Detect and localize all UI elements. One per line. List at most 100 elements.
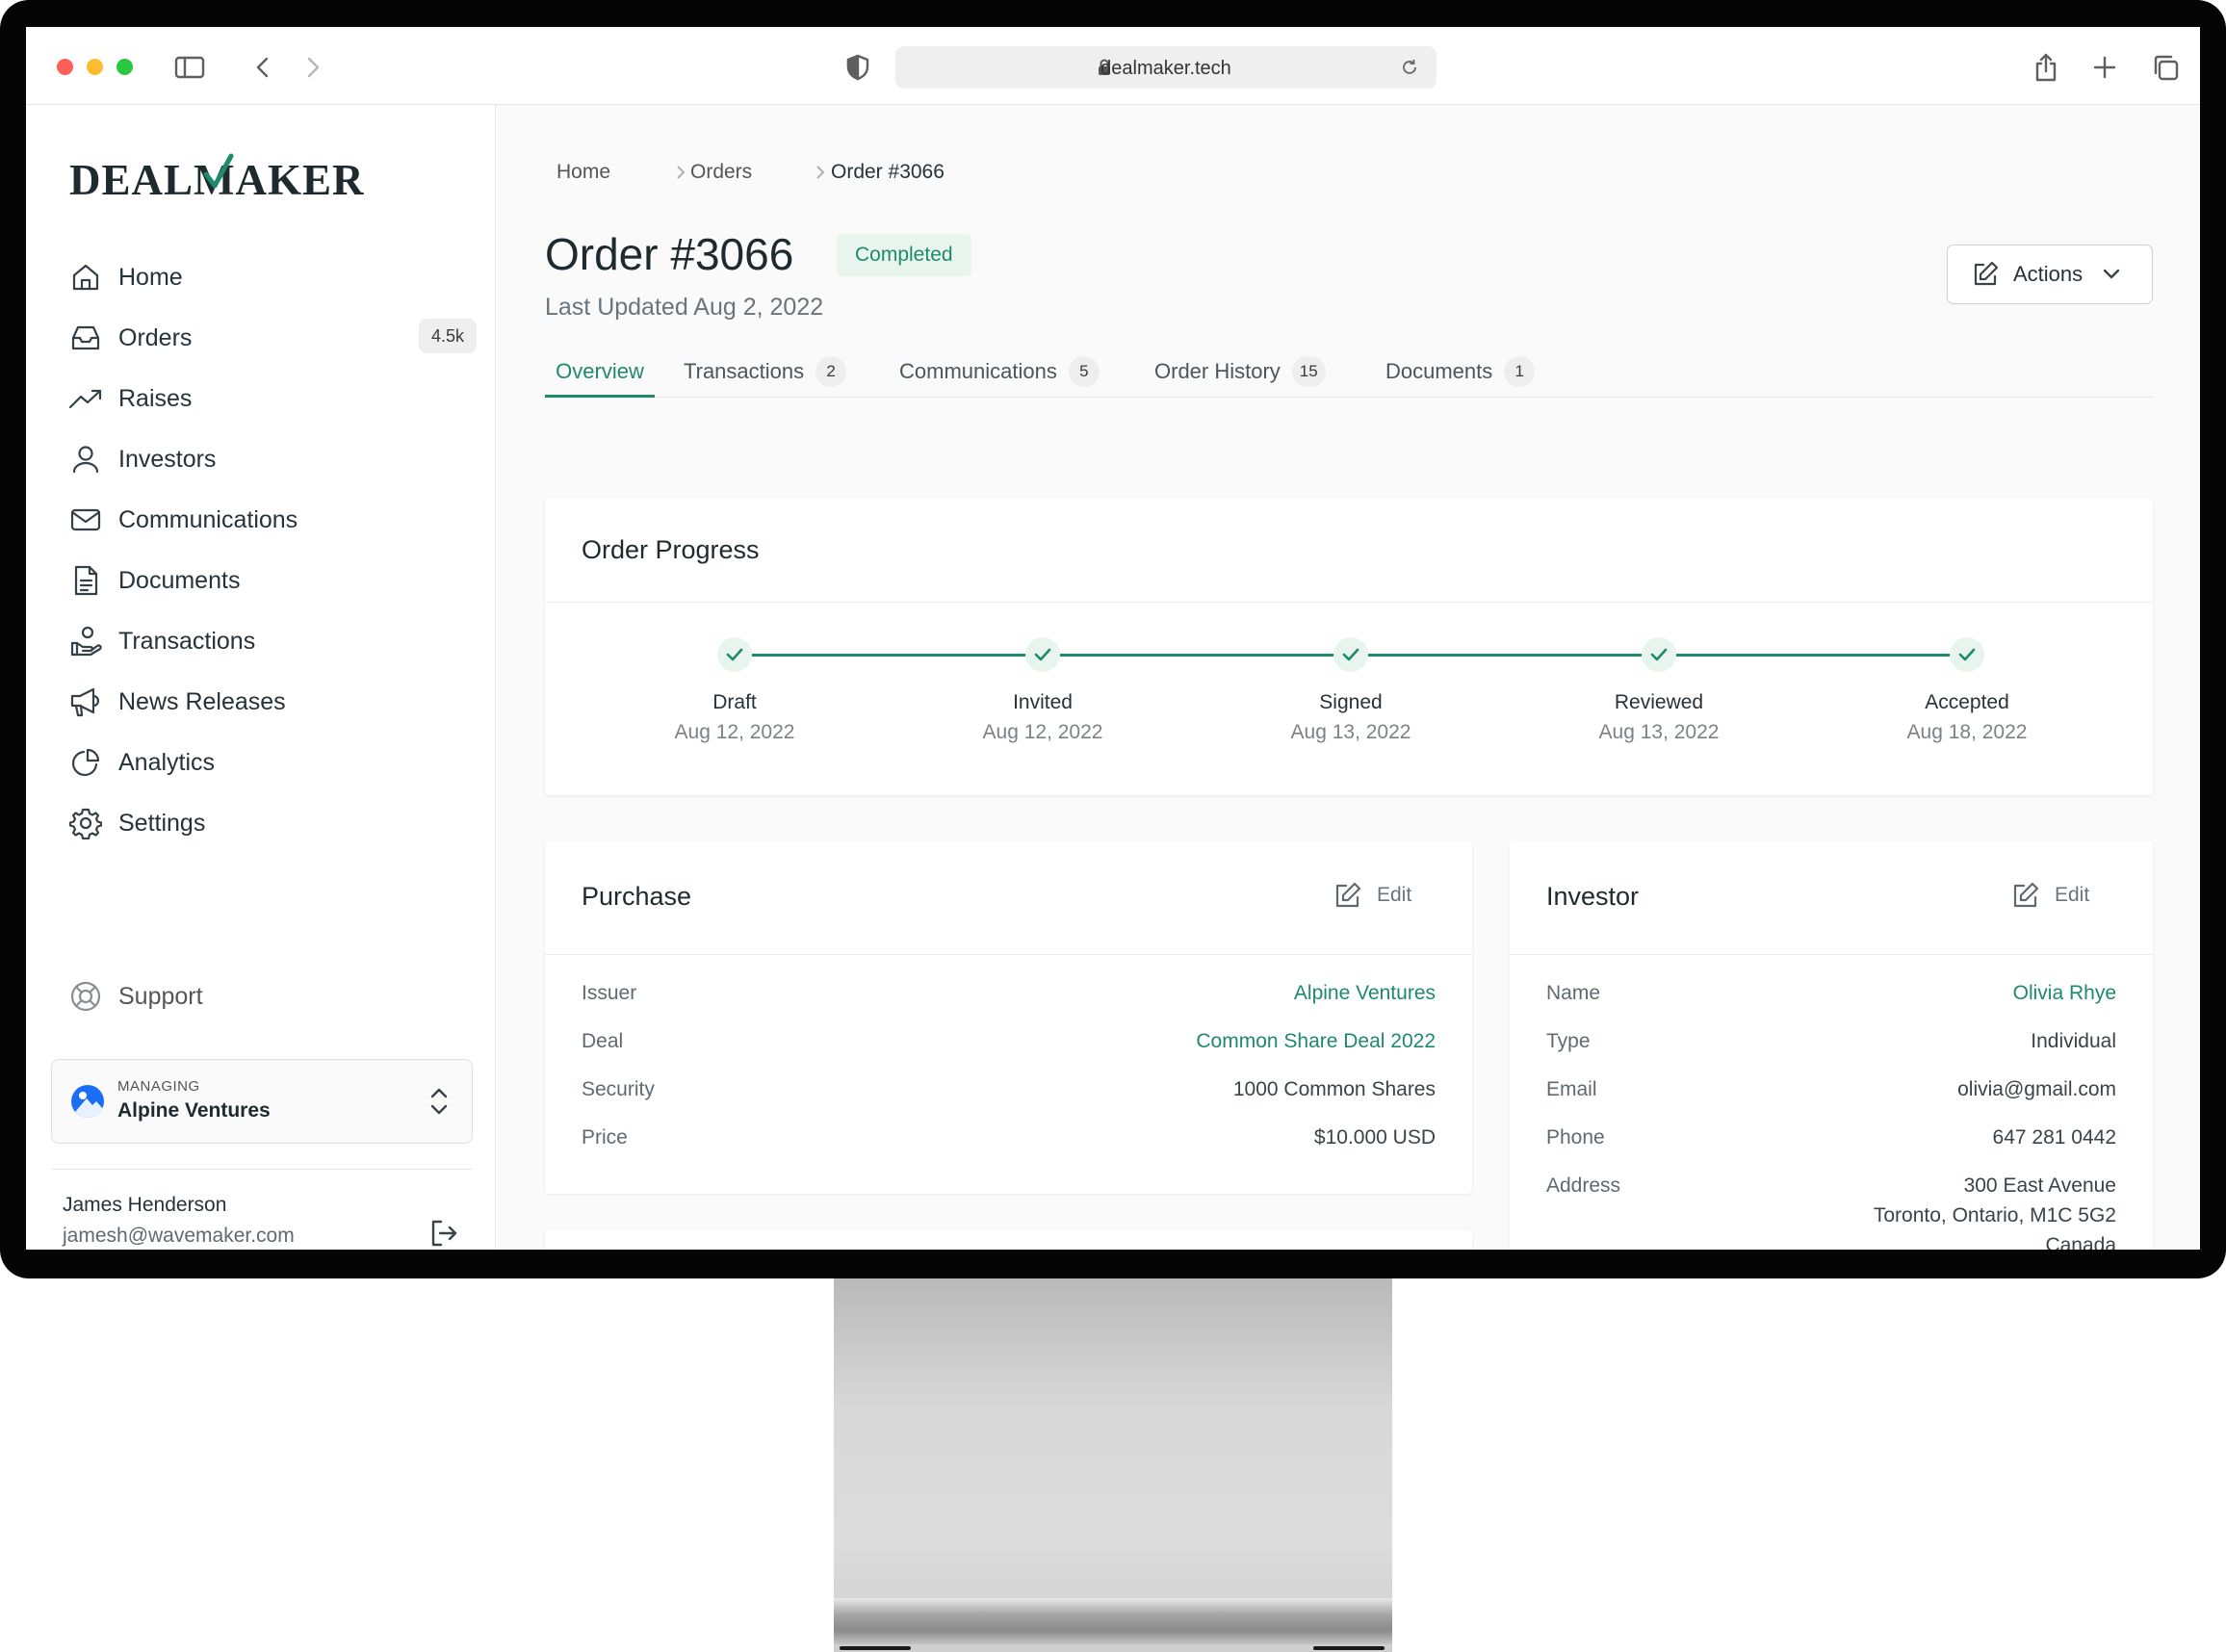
sidebar-item-label: Raises (118, 384, 193, 412)
progress-connector (1676, 654, 1951, 657)
tab-count-badge: 15 (1291, 356, 1326, 387)
user-email: jamesh@wavemaker.com (63, 1225, 295, 1247)
page-title: Order #3066 (545, 229, 794, 279)
card-header: Purchase Edit (545, 841, 1472, 955)
breadcrumb-home[interactable]: Home (556, 161, 610, 184)
managing-label: MANAGING (117, 1078, 200, 1095)
tab-label: Order History (1154, 359, 1281, 383)
tab-transactions[interactable]: Transactions 2 (684, 356, 847, 398)
sidebar-item-analytics[interactable]: Analytics (66, 741, 480, 784)
forward-icon[interactable] (296, 50, 330, 85)
tab-documents[interactable]: Documents 1 (1385, 356, 1536, 398)
browser-toolbar: dealmaker.tech (26, 27, 2200, 105)
purchase-edit-button[interactable]: Edit (1333, 880, 1411, 911)
step-name: Signed (1319, 691, 1383, 713)
monitor-stand (834, 1278, 1392, 1652)
sidebar-item-label: Transactions (118, 627, 256, 655)
price-value: $10.000 USD (1313, 1126, 1436, 1149)
maximize-window-button[interactable] (116, 59, 133, 75)
step-date: Aug 13, 2022 (1598, 721, 1720, 743)
share-icon[interactable] (2029, 50, 2063, 85)
investor-name-link[interactable]: Olivia Rhye (2013, 982, 2116, 1005)
card-title: Investor (1546, 882, 1640, 911)
issuer-link[interactable]: Alpine Ventures (1294, 982, 1436, 1005)
minimize-window-button[interactable] (87, 59, 103, 75)
sidebar-item-label: Documents (118, 566, 241, 594)
step-name: Accepted (1925, 691, 2009, 713)
tab-communications[interactable]: Communications 5 (899, 356, 1100, 398)
sidebar-item-settings[interactable]: Settings (66, 802, 480, 844)
step-name: Invited (1013, 691, 1073, 713)
managing-company-switcher[interactable]: MANAGING Alpine Ventures (51, 1059, 473, 1144)
sidebar-item-documents[interactable]: Documents (66, 559, 480, 602)
orders-count-badge: 4.5k (419, 319, 478, 353)
sidebar-divider (51, 1169, 473, 1170)
gear-icon (66, 804, 105, 842)
sidebar-toggle-icon[interactable] (172, 50, 207, 85)
deal-link[interactable]: Common Share Deal 2022 (1196, 1030, 1436, 1053)
chevron-right-icon (816, 166, 825, 179)
security-label: Security (582, 1078, 655, 1100)
back-icon[interactable] (246, 50, 280, 85)
sidebar-item-raises[interactable]: Raises (66, 377, 480, 420)
address-line-3: Canada (2045, 1234, 2116, 1250)
step-name: Draft (712, 691, 757, 713)
sidebar: DEALMAKER Home Orders 4.5k Raises Invest… (26, 105, 496, 1250)
breadcrumb-orders[interactable]: Orders (690, 161, 752, 184)
step-date: Aug 13, 2022 (1290, 721, 1411, 743)
sidebar-item-investors[interactable]: Investors (66, 438, 480, 480)
logout-icon[interactable] (428, 1218, 459, 1249)
edit-label: Edit (1377, 884, 1412, 906)
managing-company-name: Alpine Ventures (117, 1099, 271, 1122)
order-tabs: Overview Transactions 2 Communications 5… (545, 356, 2153, 398)
check-icon (717, 637, 752, 672)
address-bar[interactable]: dealmaker.tech (895, 46, 1437, 89)
step-date: Aug 12, 2022 (674, 721, 795, 743)
sidebar-item-label: Support (118, 982, 203, 1010)
status-badge: Completed (837, 234, 971, 276)
sidebar-item-label: Orders (118, 323, 193, 351)
actions-dropdown-button[interactable]: Actions (1947, 245, 2153, 304)
tab-order-history[interactable]: Order History 15 (1154, 356, 1326, 398)
type-value: Individual (2031, 1030, 2116, 1052)
check-icon (1950, 637, 1984, 672)
sidebar-item-communications[interactable]: Communications (66, 499, 480, 541)
address-line-1: 300 East Avenue (1963, 1174, 2116, 1197)
sidebar-item-orders[interactable]: Orders 4.5k (66, 317, 480, 359)
payment-card (545, 1230, 1472, 1250)
step-date: Aug 18, 2022 (1906, 721, 2028, 743)
price-label: Price (582, 1126, 628, 1149)
trend-icon (66, 379, 105, 418)
shield-icon[interactable] (841, 50, 875, 85)
user-name: James Henderson (63, 1194, 227, 1216)
reload-icon[interactable] (1400, 58, 1419, 77)
investor-card: Investor Edit Name Olivia Rhye Type Indi… (1510, 841, 2153, 1250)
sidebar-item-news-releases[interactable]: News Releases (66, 681, 480, 723)
sidebar-item-transactions[interactable]: Transactions (66, 620, 480, 662)
check-icon (1025, 637, 1060, 672)
chevron-right-icon (677, 166, 686, 179)
sidebar-item-label: Communications (118, 505, 298, 533)
tab-overview[interactable]: Overview (545, 359, 655, 398)
close-window-button[interactable] (57, 59, 73, 75)
sidebar-item-label: News Releases (118, 687, 286, 715)
chevron-down-icon (2103, 269, 2120, 279)
main-content: Home Orders Order #3066 Order #3066 Comp… (497, 105, 2200, 1250)
address-line-2: Toronto, Ontario, M1C 5G2 (1873, 1204, 2116, 1226)
investor-edit-button[interactable]: Edit (2010, 880, 2089, 911)
edit-label: Edit (2055, 884, 2090, 906)
document-icon (66, 561, 105, 600)
lifebuoy-icon (66, 977, 105, 1016)
edit-icon (1335, 882, 1361, 908)
card-title: Purchase (582, 882, 692, 911)
issuer-label: Issuer (582, 982, 637, 1004)
step-name: Reviewed (1614, 691, 1704, 713)
tab-label: Documents (1385, 359, 1493, 383)
tab-overview-icon[interactable] (2148, 50, 2183, 85)
sidebar-item-home[interactable]: Home (66, 256, 480, 298)
email-label: Email (1546, 1078, 1597, 1100)
new-tab-icon[interactable] (2087, 50, 2122, 85)
user-icon (66, 440, 105, 478)
mail-icon (66, 501, 105, 539)
sidebar-item-support[interactable]: Support (66, 975, 480, 1018)
